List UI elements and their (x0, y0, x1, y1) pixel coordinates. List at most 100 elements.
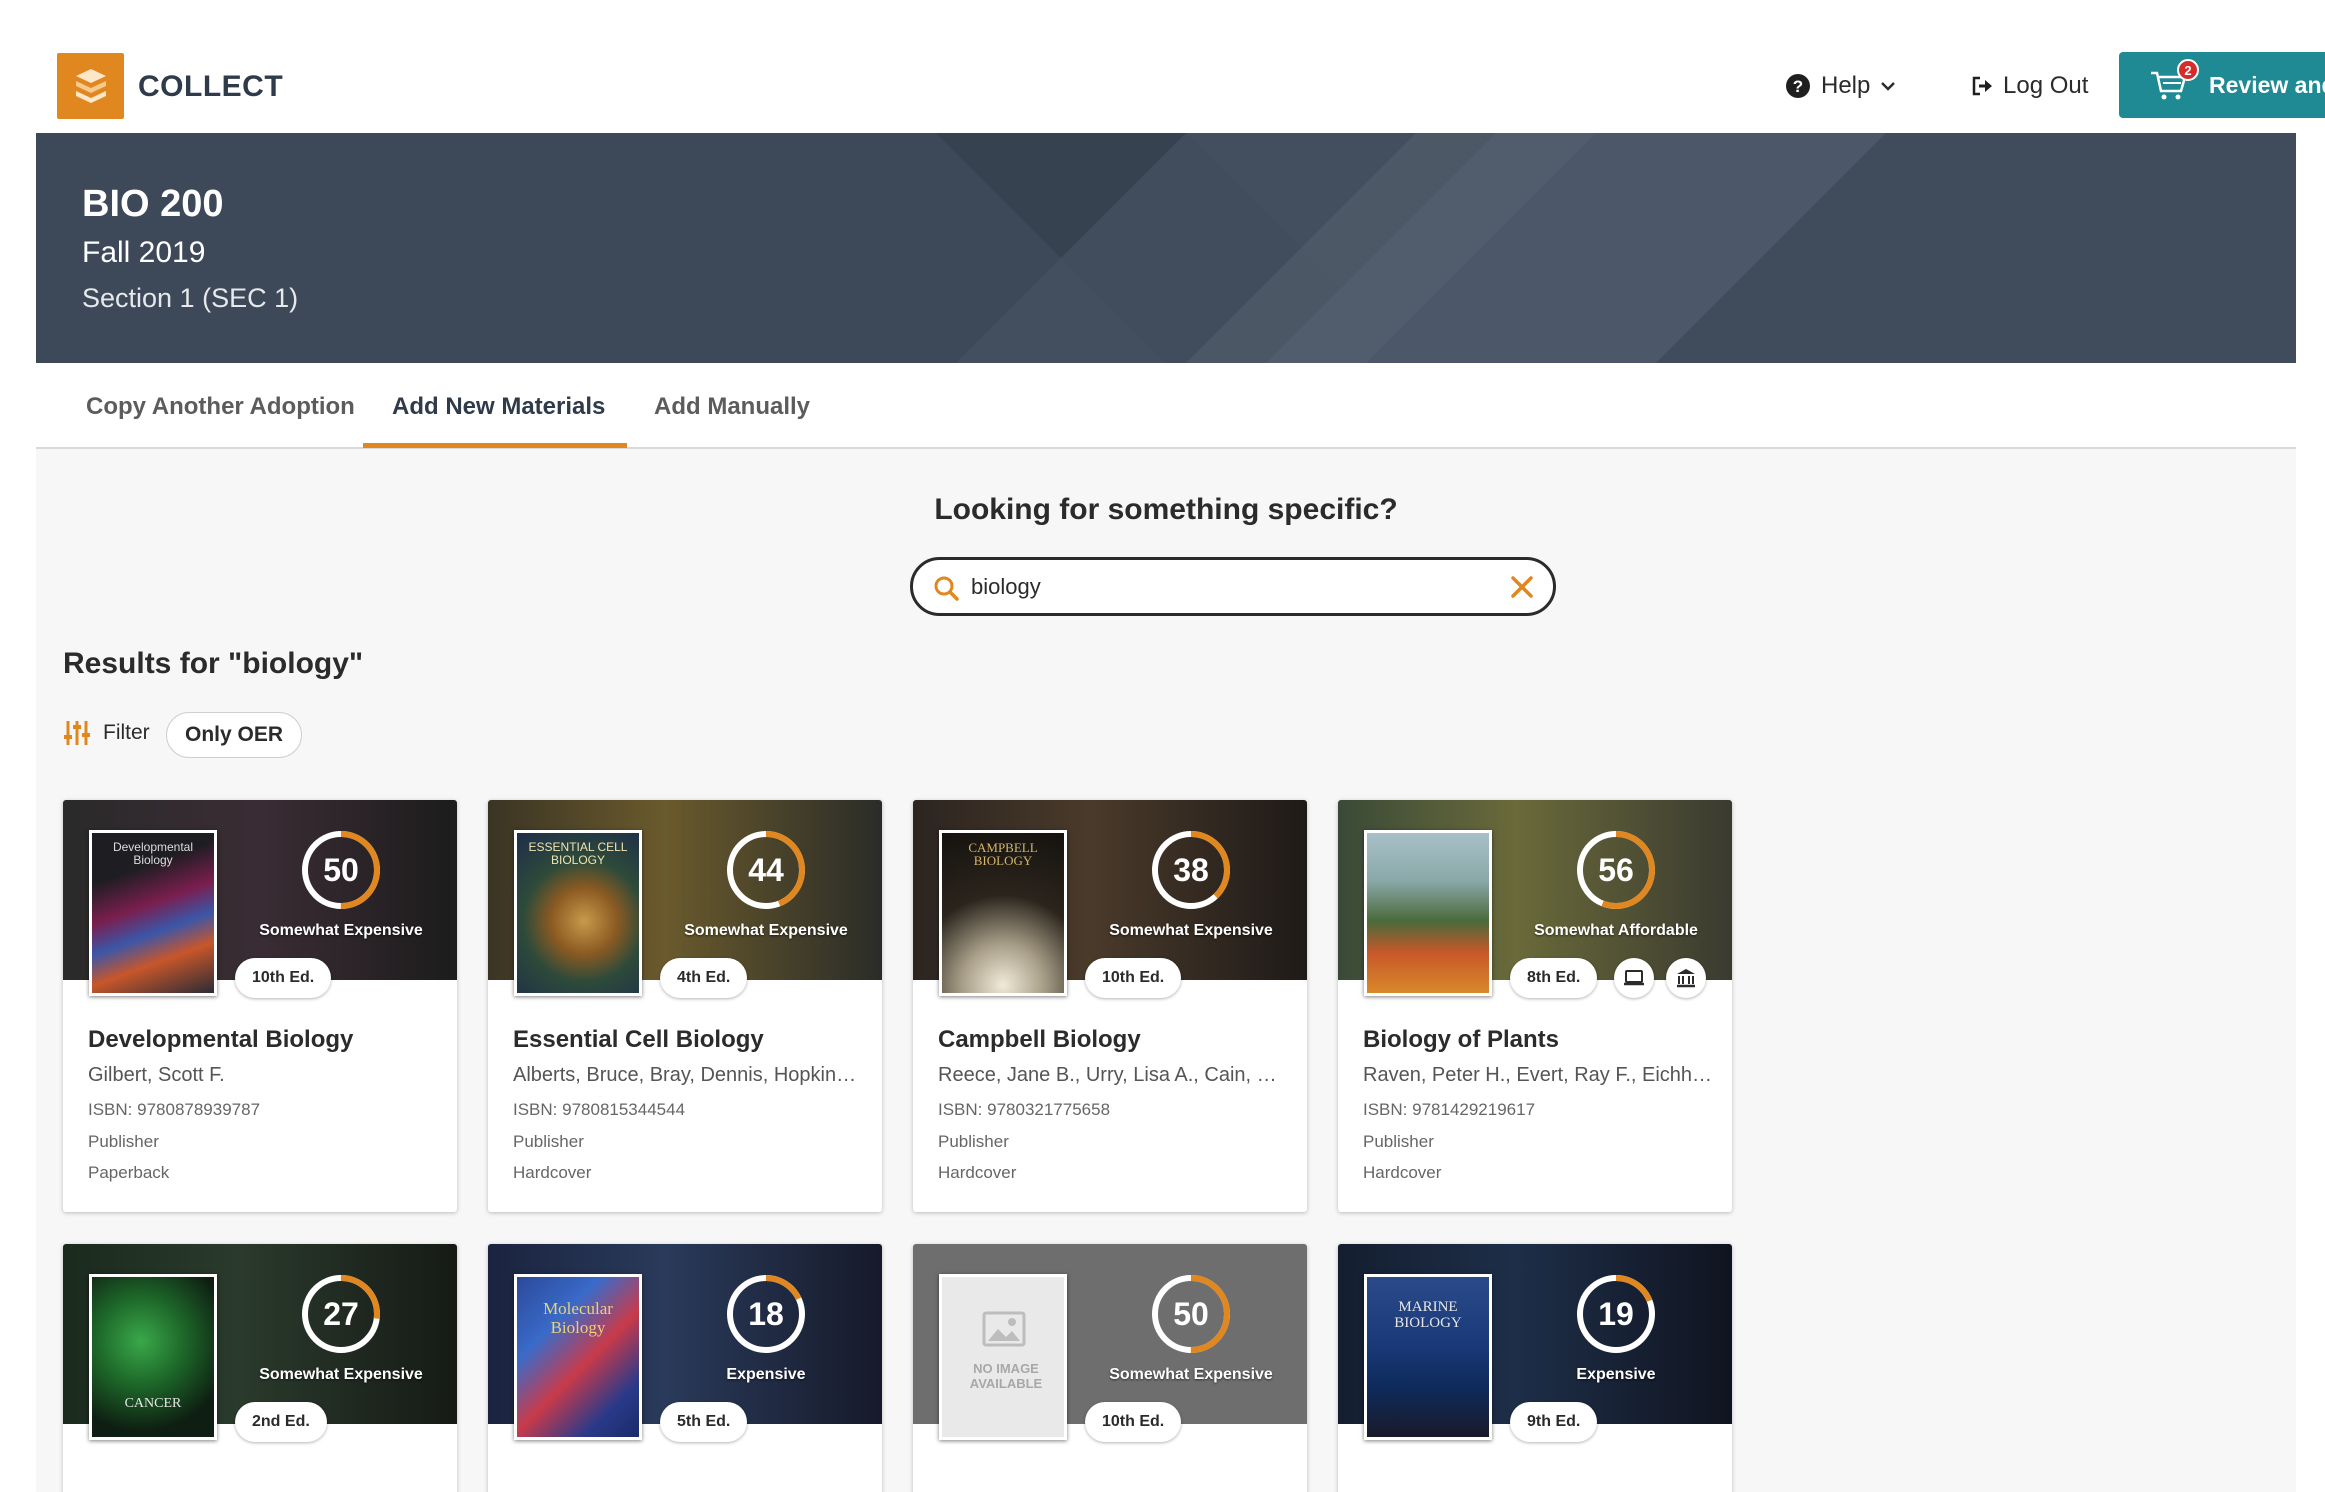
filter-button[interactable]: Filter (63, 719, 150, 747)
institution-icon (1677, 969, 1695, 988)
search-heading: Looking for something specific? (934, 493, 1398, 526)
logout-button[interactable]: Log Out (1971, 72, 2088, 100)
book-card[interactable]: ESSENTIAL CELL BIOLOGY 44 Somewhat Expen… (488, 800, 882, 1212)
affordability-score: 44 (748, 851, 784, 888)
banner-pattern (936, 133, 2296, 363)
book-binding: Hardcover (513, 1163, 592, 1182)
review-submit-button[interactable]: 2 Review and Submit (2119, 52, 2325, 118)
book-isbn: ISBN: 9781429219617 (1363, 1100, 1536, 1119)
book-card[interactable]: 56 Somewhat Affordable 8th Ed. Biology o… (1338, 800, 1732, 1212)
logout-label: Log Out (2003, 72, 2089, 99)
book-card[interactable]: Molecular Biology 18 Expensive 5th Ed. (488, 1244, 882, 1492)
svg-text:?: ? (1793, 77, 1803, 96)
edition-badge: 2nd Ed. (235, 1402, 327, 1442)
affordability-score: 56 (1598, 851, 1634, 888)
book-card[interactable]: CAMPBELL BIOLOGY 38 Somewhat Expensive 1… (913, 800, 1307, 1212)
book-authors: Alberts, Bruce, Bray, Dennis, Hopkins, K… (513, 1064, 863, 1086)
course-section: Section 1 (SEC 1) (82, 283, 299, 313)
question-circle-icon: ? (1786, 74, 1810, 98)
edition-badge: 5th Ed. (660, 1402, 748, 1442)
book-publisher: Publisher (513, 1132, 584, 1151)
course-banner: BIO 200 Fall 2019 Section 1 (SEC 1) (36, 133, 2296, 363)
book-card[interactable]: MARINE BIOLOGY 19 Expensive 9th Ed. (1338, 1244, 1732, 1492)
active-tab-indicator (363, 443, 627, 448)
search-icon (934, 576, 959, 601)
cost-label: Somewhat Expensive (259, 922, 423, 939)
affordability-score: 18 (748, 1295, 784, 1332)
edition-badge: 8th Ed. (1510, 958, 1598, 998)
library-format-badge (1666, 958, 1706, 998)
sliders-icon (64, 721, 90, 745)
book-publisher: Publisher (938, 1132, 1009, 1151)
cost-label: Expensive (1576, 1366, 1656, 1383)
book-isbn: ISBN: 9780878939787 (88, 1100, 261, 1119)
book-cover: MARINE BIOLOGY (1364, 1274, 1492, 1440)
affordability-score: 50 (323, 851, 359, 888)
book-cover: Developmental Biology (89, 830, 217, 996)
book-title: Essential Cell Biology (513, 1026, 764, 1053)
app-logo[interactable] (57, 53, 124, 119)
book-cover: CAMPBELL BIOLOGY (939, 830, 1067, 996)
book-authors: Gilbert, Scott F. (88, 1064, 225, 1086)
book-isbn: ISBN: 9780321775658 (938, 1100, 1111, 1119)
book-title: Campbell Biology (938, 1026, 1141, 1053)
main-content: Looking for something specific? Results … (36, 449, 2296, 1492)
book-binding: Paperback (88, 1163, 170, 1182)
tab-copy-another-adoption[interactable]: Copy Another Adoption (86, 393, 355, 421)
chevron-down-icon (1881, 82, 1896, 91)
book-authors: Raven, Peter H., Evert, Ray F., Eichhorn… (1363, 1064, 1713, 1086)
book-cover: ESSENTIAL CELL BIOLOGY (514, 830, 642, 996)
book-isbn: ISBN: 9780815344544 (513, 1100, 686, 1119)
book-cover: CANCER (89, 1274, 217, 1440)
tab-add-manually[interactable]: Add Manually (654, 393, 810, 421)
cost-label: Somewhat Expensive (1109, 1366, 1273, 1383)
book-cover-placeholder: NO IMAGE AVAILABLE (939, 1274, 1067, 1440)
edition-badge: 10th Ed. (1085, 958, 1182, 998)
cost-label: Somewhat Expensive (259, 1366, 423, 1383)
book-card[interactable]: Developmental Biology 50 Somewhat Expens… (63, 800, 457, 1212)
edition-badge: 10th Ed. (235, 958, 332, 998)
ebook-format-badge (1614, 958, 1654, 998)
help-label: Help (1821, 72, 1871, 99)
review-label: Review and Submit (2209, 71, 2325, 98)
tab-bar: Copy Another Adoption Add New Materials … (36, 363, 2296, 449)
book-card[interactable]: CANCER 27 Somewhat Expensive 2nd Ed. (63, 1244, 457, 1492)
tab-add-new-materials[interactable]: Add New Materials (392, 393, 605, 421)
results-heading: Results for "biology" (63, 647, 364, 680)
book-binding: Hardcover (938, 1163, 1017, 1182)
filter-label: Filter (103, 721, 150, 744)
affordability-score: 50 (1173, 1295, 1209, 1332)
book-card[interactable]: NO IMAGE AVAILABLE 50 Somewhat Expensive… (913, 1244, 1307, 1492)
cost-label: Somewhat Expensive (684, 922, 848, 939)
affordability-score: 19 (1598, 1295, 1634, 1332)
cost-label: Somewhat Expensive (1109, 922, 1273, 939)
edition-badge: 4th Ed. (660, 958, 748, 998)
book-binding: Hardcover (1363, 1163, 1442, 1182)
book-publisher: Publisher (88, 1132, 159, 1151)
stack-logo-icon (76, 69, 106, 103)
book-cover (1364, 830, 1492, 996)
book-title: Developmental Biology (88, 1026, 354, 1053)
laptop-icon (1624, 970, 1644, 986)
affordability-score: 27 (323, 1295, 359, 1332)
book-authors: Reece, Jane B., Urry, Lisa A., Cain, Mic… (938, 1064, 1288, 1086)
search-bar (910, 557, 1556, 616)
only-oer-toggle[interactable]: Only OER (166, 712, 303, 758)
top-header: COLLECT ? Help Log Out 2 Review an (36, 0, 2325, 133)
sign-out-icon (1972, 76, 1992, 96)
cart-count-badge: 2 (2177, 59, 2199, 81)
cost-label: Expensive (726, 1366, 806, 1383)
book-title: Biology of Plants (1363, 1026, 1560, 1053)
help-menu[interactable]: ? Help (1785, 72, 1896, 100)
edition-badge: 9th Ed. (1510, 1402, 1598, 1442)
cart-icon: 2 (2149, 59, 2199, 101)
affordability-score: 38 (1173, 851, 1209, 888)
course-term: Fall 2019 (82, 236, 206, 269)
cost-label: Somewhat Affordable (1534, 922, 1698, 939)
course-code: BIO 200 (82, 183, 224, 225)
book-cover: Molecular Biology (514, 1274, 642, 1440)
search-input[interactable] (971, 570, 1491, 604)
app-name: COLLECT (138, 70, 284, 103)
clear-search-icon[interactable] (1509, 574, 1535, 600)
book-publisher: Publisher (1363, 1132, 1434, 1151)
